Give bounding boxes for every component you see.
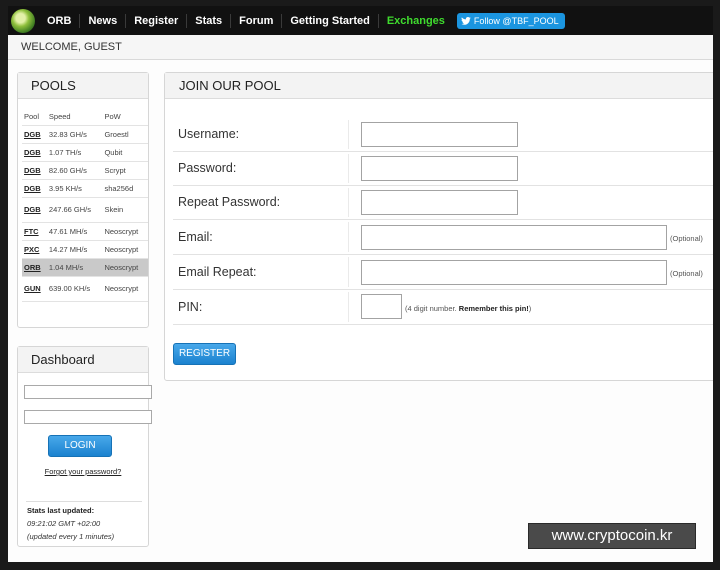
table-row: DGB 32.83 GH/s Groestl bbox=[22, 125, 148, 144]
pin-note-close: ) bbox=[528, 304, 532, 313]
pin-input[interactable] bbox=[361, 294, 402, 319]
pool-speed: 47.61 MH/s bbox=[46, 222, 103, 241]
pool-speed: 14.27 MH/s bbox=[46, 240, 103, 259]
pool-pow: Neoscrypt bbox=[102, 276, 148, 302]
pool-link[interactable]: DGB bbox=[22, 143, 47, 162]
pool-link[interactable]: DGB bbox=[22, 161, 47, 180]
pool-pow: Neoscrypt bbox=[102, 240, 148, 259]
username-label: Username: bbox=[178, 127, 240, 141]
pool-pow: Groestl bbox=[102, 125, 148, 144]
pool-speed: 1.04 MH/s bbox=[46, 258, 103, 277]
join-pool-panel: JOIN OUR POOL Username: Password: Repeat… bbox=[164, 72, 713, 381]
login-button[interactable]: LOGIN bbox=[48, 435, 112, 457]
pool-pow: Scrypt bbox=[102, 161, 148, 180]
email-repeat-label: Email Repeat: bbox=[178, 265, 257, 279]
table-row: DGB 3.95 KH/s sha256d bbox=[22, 179, 148, 198]
form-row-repeat-password: Repeat Password: bbox=[173, 186, 713, 220]
nav-news[interactable]: News bbox=[80, 13, 127, 28]
form-row-email-repeat: Email Repeat: (Optional) bbox=[173, 255, 713, 290]
pools-title: POOLS bbox=[18, 73, 148, 99]
pool-link[interactable]: ORB bbox=[22, 258, 47, 277]
pools-table: Pool Speed PoW DGB 32.83 GH/s Groestl DG… bbox=[22, 108, 148, 302]
pool-link[interactable]: DGB bbox=[22, 125, 47, 144]
table-row: GUN 639.00 KH/s Neoscrypt bbox=[22, 276, 148, 302]
pool-link[interactable]: DGB bbox=[22, 197, 47, 223]
email-input[interactable] bbox=[361, 225, 667, 250]
twitter-follow-button[interactable]: Follow @TBF_POOL bbox=[456, 12, 565, 29]
pin-note: (4 digit number. Remember this pin!) bbox=[405, 304, 531, 313]
pool-pow: sha256d bbox=[102, 179, 148, 198]
password-input[interactable] bbox=[361, 156, 518, 181]
site-logo[interactable] bbox=[11, 8, 35, 33]
pool-speed: 32.83 GH/s bbox=[46, 125, 103, 144]
stats-update-interval: (updated every 1 minutes) bbox=[27, 532, 115, 541]
col-pool: Pool bbox=[22, 108, 47, 126]
welcome-message: WELCOME, GUEST bbox=[8, 35, 713, 60]
top-navbar: ORB News Register Stats Forum Getting St… bbox=[8, 6, 713, 35]
table-row: PXC 14.27 MH/s Neoscrypt bbox=[22, 240, 148, 259]
nav-stats[interactable]: Stats bbox=[187, 13, 232, 28]
pools-header-row: Pool Speed PoW bbox=[22, 108, 148, 126]
pool-pow: Neoscrypt bbox=[102, 258, 148, 277]
email-optional-note: (Optional) bbox=[670, 234, 703, 243]
nav-exchanges[interactable]: Exchanges bbox=[379, 14, 453, 28]
email-label: Email: bbox=[178, 230, 213, 244]
page: ORB News Register Stats Forum Getting St… bbox=[8, 6, 713, 562]
nav-forum[interactable]: Forum bbox=[231, 13, 283, 28]
watermark: www.cryptocoin.kr bbox=[528, 523, 696, 549]
login-password-input[interactable] bbox=[24, 410, 152, 424]
pools-panel: POOLS Pool Speed PoW DGB 32.83 GH/s Groe… bbox=[17, 72, 149, 328]
email-repeat-optional-note: (Optional) bbox=[670, 269, 703, 278]
dashboard-title: Dashboard bbox=[18, 347, 148, 373]
col-pow: PoW bbox=[102, 108, 148, 126]
pool-speed: 3.95 KH/s bbox=[46, 179, 103, 198]
table-row: DGB 247.66 GH/s Skein bbox=[22, 197, 148, 223]
repeat-password-label: Repeat Password: bbox=[178, 195, 281, 209]
pool-pow: Neoscrypt bbox=[102, 222, 148, 241]
pin-label: PIN: bbox=[178, 300, 203, 314]
table-row: DGB 1.07 TH/s Qubit bbox=[22, 143, 148, 162]
stats-updated-title: Stats last updated: bbox=[27, 506, 95, 515]
pool-speed: 82.60 GH/s bbox=[46, 161, 103, 180]
repeat-password-input[interactable] bbox=[361, 190, 518, 215]
register-button[interactable]: REGISTER bbox=[173, 343, 236, 365]
form-row-pin: PIN: (4 digit number. Remember this pin!… bbox=[173, 290, 713, 325]
col-speed: Speed bbox=[46, 108, 103, 126]
pool-link[interactable]: FTC bbox=[22, 222, 47, 241]
pool-pow: Skein bbox=[102, 197, 148, 223]
pool-link[interactable]: GUN bbox=[22, 276, 47, 302]
username-input[interactable] bbox=[361, 122, 518, 147]
pool-speed: 247.66 GH/s bbox=[46, 197, 103, 223]
email-repeat-input[interactable] bbox=[361, 260, 667, 285]
pool-link[interactable]: DGB bbox=[22, 179, 47, 198]
pool-speed: 639.00 KH/s bbox=[46, 276, 103, 302]
nav-getting-started[interactable]: Getting Started bbox=[282, 13, 379, 28]
table-row-active: ORB 1.04 MH/s Neoscrypt bbox=[22, 258, 148, 277]
password-label: Password: bbox=[178, 161, 237, 175]
join-pool-title: JOIN OUR POOL bbox=[165, 73, 713, 99]
pin-note-emphasis: Remember this pin! bbox=[458, 304, 529, 313]
pool-link[interactable]: PXC bbox=[22, 240, 47, 259]
divider bbox=[26, 501, 142, 502]
nav-register[interactable]: Register bbox=[126, 13, 188, 28]
nav-orb[interactable]: ORB bbox=[39, 13, 81, 28]
pool-speed: 1.07 TH/s bbox=[46, 143, 103, 162]
forgot-password-link[interactable]: Forgot your password? bbox=[18, 467, 148, 476]
login-username-input[interactable] bbox=[24, 385, 152, 399]
form-row-username: Username: bbox=[173, 118, 713, 152]
form-row-password: Password: bbox=[173, 152, 713, 186]
twitter-bird-icon bbox=[461, 16, 471, 25]
form-row-email: Email: (Optional) bbox=[173, 220, 713, 255]
table-row: DGB 82.60 GH/s Scrypt bbox=[22, 161, 148, 180]
twitter-follow-label: Follow @TBF_POOL bbox=[473, 15, 559, 26]
pool-pow: Qubit bbox=[102, 143, 148, 162]
stats-updated-time: 09:21:02 GMT +02:00 bbox=[27, 519, 101, 528]
pin-note-text: (4 digit number. bbox=[405, 304, 459, 313]
table-row: FTC 47.61 MH/s Neoscrypt bbox=[22, 222, 148, 241]
dashboard-panel: Dashboard LOGIN Forgot your password? St… bbox=[17, 346, 152, 547]
